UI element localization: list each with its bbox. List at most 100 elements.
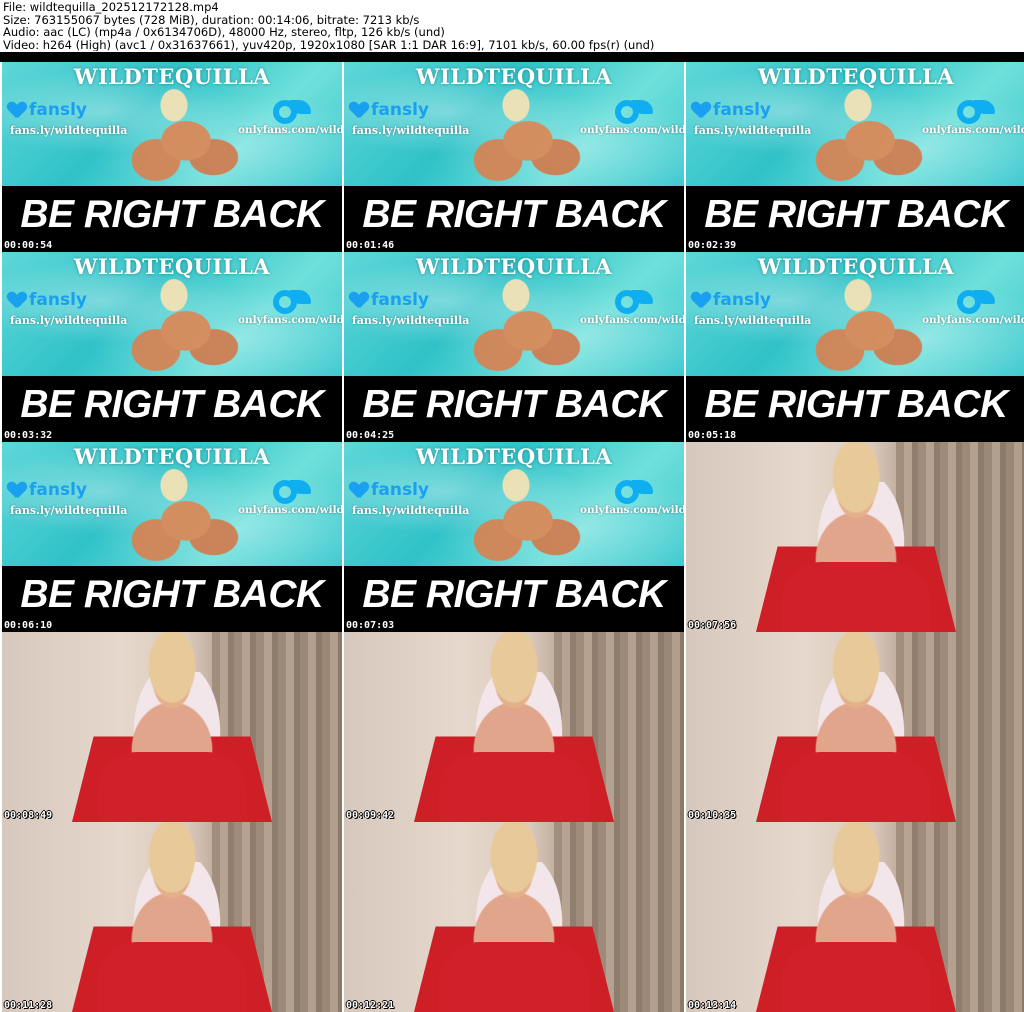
thumbnail-timestamp: 00:12:21 (346, 1000, 395, 1011)
thumbnail-timestamp: 00:07:56 (688, 620, 737, 631)
onlyfans-logo-icon (615, 478, 655, 506)
brand-title: WILDTEQUILLA (73, 254, 271, 279)
audio-line: Audio: aac (LC) (mp4a / 0x6134706D), 480… (3, 26, 445, 39)
thumbnail-brb: WILDTEQUILLA fansly fans.ly/wildtequilla… (2, 252, 342, 442)
thumbnail-webcam: 00:13:14 (686, 822, 1024, 1012)
red-dress (439, 942, 589, 1012)
fansly-heart-icon (350, 292, 368, 308)
fansly-logo: fansly (8, 290, 87, 310)
red-dress (97, 752, 247, 822)
red-dress (781, 752, 931, 822)
size-line: Size: 763155067 bytes (728 MiB), duratio… (3, 13, 420, 27)
fansly-label: fansly (29, 480, 87, 500)
video-line: Video: h264 (High) (avc1 / 0x31637661), … (3, 38, 655, 52)
thumbnail-webcam: 00:08:49 (2, 632, 342, 822)
thumbnail-timestamp: 00:07:03 (346, 620, 395, 631)
onlyfans-url: onlyfans.com/wildtequilla (238, 124, 342, 136)
model-figure (462, 88, 582, 184)
model-figure (804, 278, 924, 374)
fansly-url: fans.ly/wildtequilla (694, 314, 812, 327)
brand-title: WILDTEQUILLA (73, 444, 271, 469)
fansly-logo: fansly (8, 480, 87, 500)
thumbnail-timestamp: 00:13:14 (688, 1000, 737, 1011)
thumbnail-brb: WILDTEQUILLA fansly fans.ly/wildtequilla… (686, 252, 1024, 442)
onlyfans-url: onlyfans.com/wildtequilla (580, 124, 684, 136)
thumbnail-webcam: 00:09:42 (344, 632, 684, 822)
brb-banner-text: BE RIGHT BACK (362, 383, 666, 426)
fansly-logo: fansly (692, 290, 771, 310)
onlyfans-url: onlyfans.com/wildtequilla (922, 314, 1024, 326)
onlyfans-logo-icon (273, 288, 313, 316)
model-figure (120, 278, 240, 374)
fansly-label: fansly (29, 290, 87, 310)
thumbnail-webcam: 00:07:56 (686, 442, 1024, 632)
fansly-heart-icon (350, 102, 368, 118)
brb-banner-text: BE RIGHT BACK (20, 193, 324, 236)
fansly-logo: fansly (692, 100, 771, 120)
onlyfans-logo-icon (957, 288, 997, 316)
brb-banner-text: BE RIGHT BACK (20, 573, 324, 616)
file-info-header: File: wildtequilla_202512172128.mp4 Size… (0, 0, 1024, 52)
model-figure (462, 278, 582, 374)
red-dress (781, 942, 931, 1012)
onlyfans-logo-icon (615, 98, 655, 126)
fansly-heart-icon (350, 482, 368, 498)
fansly-url: fans.ly/wildtequilla (352, 314, 470, 327)
fansly-label: fansly (371, 290, 429, 310)
brb-banner-text: BE RIGHT BACK (704, 193, 1008, 236)
thumbnail-webcam: 00:12:21 (344, 822, 684, 1012)
thumbnail-timestamp: 00:10:35 (688, 810, 737, 821)
brb-banner-text: BE RIGHT BACK (704, 383, 1008, 426)
brand-title: WILDTEQUILLA (415, 254, 613, 279)
thumbnail-brb: WILDTEQUILLA fansly fans.ly/wildtequilla… (344, 62, 684, 252)
fansly-heart-icon (692, 102, 710, 118)
thumbnail-timestamp: 00:04:25 (346, 430, 395, 441)
fansly-url: fans.ly/wildtequilla (10, 124, 128, 137)
thumbnail-timestamp: 00:11:28 (4, 1000, 53, 1011)
brb-banner-text: BE RIGHT BACK (20, 383, 324, 426)
brand-title: WILDTEQUILLA (415, 64, 613, 89)
model-figure (462, 468, 582, 564)
thumbnail-brb: WILDTEQUILLA fansly fans.ly/wildtequilla… (344, 252, 684, 442)
red-dress (97, 942, 247, 1012)
thumbnail-timestamp: 00:09:42 (346, 810, 395, 821)
model-figure (120, 88, 240, 184)
onlyfans-logo-icon (273, 98, 313, 126)
model-figure (120, 468, 240, 564)
fansly-url: fans.ly/wildtequilla (352, 124, 470, 137)
red-dress (439, 752, 589, 822)
fansly-url: fans.ly/wildtequilla (352, 504, 470, 517)
thumbnail-timestamp: 00:06:10 (4, 620, 53, 631)
fansly-label: fansly (29, 100, 87, 120)
fansly-label: fansly (371, 100, 429, 120)
file-name-line: File: wildtequilla_202512172128.mp4 (3, 1, 219, 14)
thumbnail-brb: WILDTEQUILLA fansly fans.ly/wildtequilla… (344, 442, 684, 632)
model-figure (804, 88, 924, 184)
thumbnail-grid: WILDTEQUILLA fansly fans.ly/wildtequilla… (0, 62, 1024, 1012)
fansly-logo: fansly (350, 100, 429, 120)
fansly-heart-icon (8, 292, 26, 308)
fansly-heart-icon (692, 292, 710, 308)
thumbnail-timestamp: 00:05:18 (688, 430, 737, 441)
fansly-url: fans.ly/wildtequilla (10, 314, 128, 327)
brb-banner-text: BE RIGHT BACK (362, 193, 666, 236)
brb-banner-text: BE RIGHT BACK (362, 573, 666, 616)
thumbnail-timestamp: 00:01:46 (346, 240, 395, 251)
onlyfans-url: onlyfans.com/wildtequilla (580, 314, 684, 326)
brand-title: WILDTEQUILLA (757, 254, 955, 279)
fansly-heart-icon (8, 102, 26, 118)
brand-title: WILDTEQUILLA (415, 444, 613, 469)
thumbnail-timestamp: 00:00:54 (4, 240, 53, 251)
onlyfans-url: onlyfans.com/wildtequilla (238, 504, 342, 516)
onlyfans-url: onlyfans.com/wildtequilla (922, 124, 1024, 136)
fansly-logo: fansly (350, 290, 429, 310)
fansly-logo: fansly (8, 100, 87, 120)
onlyfans-logo-icon (273, 478, 313, 506)
onlyfans-logo-icon (615, 288, 655, 316)
thumbnail-webcam: 00:10:35 (686, 632, 1024, 822)
fansly-url: fans.ly/wildtequilla (10, 504, 128, 517)
onlyfans-url: onlyfans.com/wildtequilla (238, 314, 342, 326)
top-divider (0, 52, 1024, 62)
thumbnail-brb: WILDTEQUILLA fansly fans.ly/wildtequilla… (2, 442, 342, 632)
fansly-label: fansly (713, 100, 771, 120)
